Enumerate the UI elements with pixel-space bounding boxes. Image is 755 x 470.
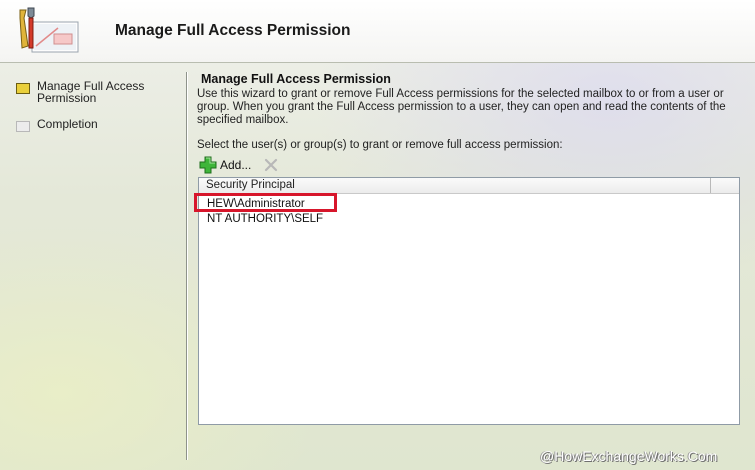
column-header-filler: [711, 178, 739, 193]
add-button-label: Add...: [220, 158, 252, 172]
nav-separator: [186, 72, 187, 460]
wizard-title: Manage Full Access Permission: [115, 22, 351, 39]
list-item[interactable]: HEW\Administrator: [199, 197, 739, 212]
column-header-security-principal[interactable]: Security Principal: [199, 178, 711, 193]
remove-x-icon[interactable]: [263, 157, 279, 173]
add-button[interactable]: Add...: [199, 156, 251, 174]
nav-item-manage-full-access[interactable]: Manage Full Access Permission: [16, 80, 157, 104]
list-header: Security Principal: [199, 178, 739, 194]
watermark-text: @HowExchangeWorks.Com: [540, 448, 718, 464]
wizard-header: Manage Full Access Permission: [0, 0, 755, 63]
nav-item-label: Completion: [37, 117, 98, 131]
nav-item-completion[interactable]: Completion: [16, 118, 98, 132]
page-title: Manage Full Access Permission: [201, 72, 391, 86]
security-principal-list[interactable]: Security Principal HEW\Administrator NT …: [198, 177, 740, 425]
green-plus-icon: [199, 156, 217, 174]
nav-item-label: Manage Full Access Permission: [37, 79, 145, 105]
list-item[interactable]: NT AUTHORITY\SELF: [199, 212, 739, 227]
gray-bullet-icon: [16, 121, 30, 132]
permission-toolbar: Add...: [199, 155, 279, 175]
wizard-icon: [19, 7, 79, 53]
description-text: Use this wizard to grant or remove Full …: [197, 88, 726, 126]
yellow-bullet-icon: [16, 83, 30, 94]
select-instruction: Select the user(s) or group(s) to grant …: [197, 139, 563, 151]
